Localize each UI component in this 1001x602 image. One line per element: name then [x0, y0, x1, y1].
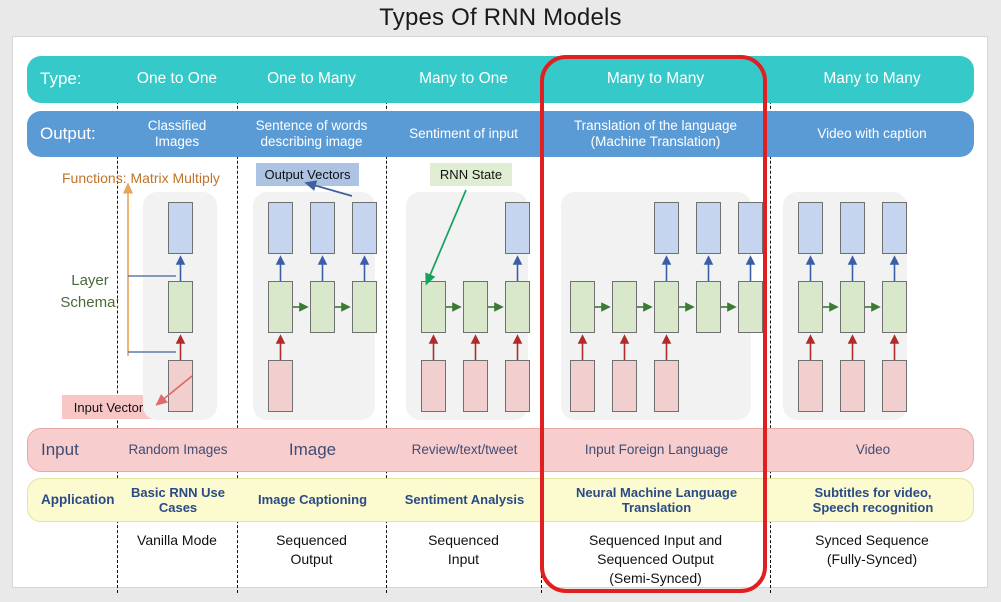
output-vectors-tag: Output Vectors: [256, 163, 359, 186]
hidden-state-block: [352, 281, 377, 333]
input-row-label: Input: [41, 439, 79, 459]
highlight-box-many-to-many: [540, 55, 767, 593]
hidden-state-block: [168, 281, 193, 333]
input-block: [505, 360, 530, 412]
output-block: [352, 202, 377, 254]
output-block: [882, 202, 907, 254]
output-block: [168, 202, 193, 254]
type-cell-4: Many to Many: [823, 70, 921, 88]
input-cell-2: Review/text/tweet: [411, 442, 518, 458]
hidden-state-block: [505, 281, 530, 333]
application-cell-4: Subtitles for video, Speech recognition: [812, 484, 934, 515]
page-title: Types Of RNN Models: [379, 4, 622, 31]
mode-cell-1: Sequenced Output: [276, 532, 347, 567]
input-row: Input Random Images Image Review/text/tw…: [27, 428, 974, 472]
hidden-state-block: [840, 281, 865, 333]
hidden-state-block: [463, 281, 488, 333]
hidden-state-block: [421, 281, 446, 333]
input-cell-4: Video: [855, 442, 891, 458]
output-block: [268, 202, 293, 254]
output-block: [798, 202, 823, 254]
input-block: [168, 360, 193, 412]
mode-cell-4: Synced Sequence (Fully-Synced): [815, 532, 929, 567]
input-block: [798, 360, 823, 412]
output-block: [840, 202, 865, 254]
input-block: [268, 360, 293, 412]
mode-cell-0: Vanilla Mode: [137, 532, 217, 548]
application-cell-2: Sentiment Analysis: [404, 492, 525, 508]
output-cell-0: Classified Images: [147, 118, 207, 149]
output-block: [505, 202, 530, 254]
type-cell-0: One to One: [136, 70, 218, 88]
output-row-label: Output:: [40, 123, 96, 143]
hidden-state-block: [310, 281, 335, 333]
output-cell-2: Sentiment of input: [409, 126, 518, 142]
input-block: [882, 360, 907, 412]
type-cell-2: Many to One: [419, 70, 508, 88]
output-row: Output: Classified Images Sentence of wor…: [27, 111, 974, 157]
mode-row: Vanilla Mode Sequenced Output Sequenced In…: [27, 526, 974, 592]
input-vector-tag: Input Vector: [62, 395, 155, 419]
output-cell-4: Video with caption: [817, 126, 927, 142]
slide-root: Types Of RNN Models Type: One to One One…: [0, 0, 1001, 602]
type-cell-1: One to Many: [267, 70, 356, 88]
input-block: [421, 360, 446, 412]
mode-cell-2: Sequenced Input: [428, 532, 499, 567]
layer-schema-annotation: Layer Schema:: [60, 272, 120, 311]
application-cell-0: Basic RNN Use Cases: [131, 484, 225, 515]
output-block: [310, 202, 335, 254]
application-cell-1: Image Captioning: [257, 492, 368, 508]
application-row: Application Basic RNN Use Cases Image Cap…: [27, 478, 974, 522]
hidden-state-block: [268, 281, 293, 333]
application-row-label: Application: [41, 492, 115, 508]
type-row: Type: One to One One to Many Many to One…: [27, 56, 974, 103]
hidden-state-block: [882, 281, 907, 333]
type-row-label: Type:: [40, 69, 82, 89]
input-cell-1: Image: [288, 439, 337, 459]
hidden-state-block: [798, 281, 823, 333]
rnn-state-tag: RNN State: [430, 163, 512, 186]
input-block: [463, 360, 488, 412]
input-cell-0: Random Images: [128, 442, 228, 458]
output-cell-1: Sentence of words describing image: [255, 118, 368, 149]
input-block: [840, 360, 865, 412]
functions-annotation: Functions: Matrix Multiply: [62, 170, 220, 186]
